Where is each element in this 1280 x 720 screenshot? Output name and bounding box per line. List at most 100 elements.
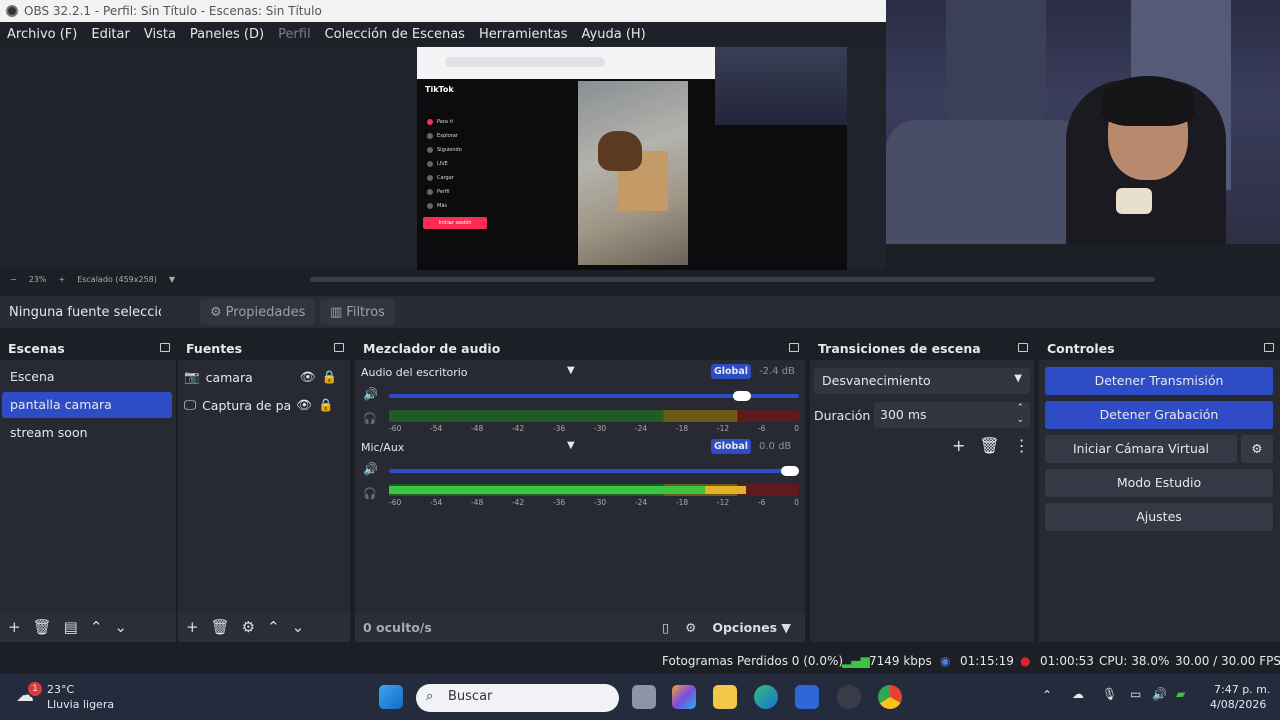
source-item[interactable]: 📷 camara 👁 🔒	[184, 364, 350, 390]
screen-capture-preview: TikTok Para ti Explorar Siguiendo LIVE C…	[417, 47, 847, 270]
speaker-icon[interactable]: 🔊	[363, 387, 378, 401]
dropped-frames: Fotogramas Perdidos 0 (0.0%)	[662, 654, 844, 668]
delete-source-icon[interactable]: 🗑	[211, 618, 230, 636]
weather-desc: Lluvia ligera	[47, 698, 115, 711]
taskbar-search[interactable]: ⌕ Buscar	[416, 684, 619, 712]
chrome-icon[interactable]	[878, 685, 902, 709]
controls-title: Controles	[1039, 338, 1280, 360]
menu-perfil[interactable]: Perfil	[271, 27, 318, 42]
menu-ayuda[interactable]: Ayuda (H)	[575, 27, 653, 42]
lock-icon[interactable]: 🔒	[321, 369, 337, 385]
add-transition-icon[interactable]: +	[952, 436, 965, 455]
copilot-icon[interactable]	[672, 685, 696, 709]
undock-icon[interactable]	[1264, 343, 1274, 352]
source-settings-icon[interactable]: ⚙	[242, 618, 255, 636]
channel-scope: Global	[711, 439, 751, 454]
menu-archivo[interactable]: Archivo (F)	[0, 27, 84, 42]
weather-temp: 23°C	[47, 683, 75, 696]
notification-badge: 1	[28, 682, 42, 696]
options-button[interactable]: Opciones ▼	[712, 620, 791, 635]
delete-transition-icon[interactable]: 🗑	[979, 436, 999, 455]
tray-chevron-icon[interactable]: ⌃	[1042, 688, 1052, 702]
volume-icon[interactable]: 🔊	[1152, 687, 1167, 701]
eye-icon[interactable]: 👁	[300, 369, 316, 385]
properties-button[interactable]: ⚙ Propiedades	[200, 299, 316, 325]
tiktok-logo: TikTok	[425, 85, 454, 94]
move-down-icon[interactable]: ⌄	[292, 618, 305, 636]
transition-select[interactable]: Desvanecimiento ▼	[814, 368, 1030, 394]
menu-vista[interactable]: Vista	[137, 27, 183, 42]
store-icon[interactable]	[795, 685, 819, 709]
undock-icon[interactable]	[160, 343, 170, 352]
volume-knob[interactable]	[732, 391, 751, 401]
settings-button[interactable]: Ajustes	[1045, 503, 1273, 531]
record-time: 01:00:53	[1040, 654, 1094, 668]
taskbar: ☁ 1 23°C Lluvia ligera ⌃ ☁ 🎙 ▭ 🔊 ▰ 7:47 …	[0, 674, 1280, 720]
virtual-camera-button[interactable]: Iniciar Cámara Virtual	[1045, 435, 1237, 463]
preview-scrollbar[interactable]	[310, 277, 1155, 282]
microphone-image	[1116, 188, 1152, 214]
eye-icon[interactable]: 👁	[296, 397, 312, 413]
layout-icon[interactable]: ▯	[662, 620, 669, 635]
undock-icon[interactable]	[789, 343, 799, 352]
channel-dropdown-icon[interactable]: ▼	[567, 440, 575, 451]
tiktok-login-button: Iniciar sesión	[423, 217, 487, 229]
scene-item[interactable]: Escena	[2, 364, 172, 390]
virtual-camera-settings-icon[interactable]: ⚙	[1241, 435, 1273, 463]
audio-settings-icon[interactable]: 🎧	[363, 487, 377, 500]
add-source-icon[interactable]: +	[186, 618, 199, 636]
advanced-audio-icon[interactable]: ⚙	[685, 620, 696, 635]
sources-dock: Fuentes 📷 camara 👁 🔒 🖵 Captura de pan 👁 …	[178, 338, 350, 642]
volume-knob[interactable]	[781, 466, 799, 476]
audio-mixer-dock: Mezclador de audio Audio del escritorio …	[355, 338, 805, 642]
studio-mode-button[interactable]: Modo Estudio	[1045, 469, 1273, 497]
camera-icon: 📷	[184, 369, 200, 384]
delete-scene-icon[interactable]: 🗑	[33, 618, 52, 636]
move-up-icon[interactable]: ⌃	[267, 618, 280, 636]
move-up-icon[interactable]: ⌃	[90, 618, 103, 636]
search-icon: ⌕	[426, 689, 434, 704]
transitions-title: Transiciones de escena	[810, 338, 1034, 360]
more-icon[interactable]: ⋮	[1014, 436, 1030, 455]
move-down-icon[interactable]: ⌄	[114, 618, 127, 636]
tiktok-nav-item: Para ti	[427, 119, 453, 125]
title-bar: OBS 32.2.1 - Perfil: Sin Título - Escena…	[0, 0, 886, 22]
task-view-icon[interactable]	[632, 685, 656, 709]
duration-input[interactable]: 300 ms ⌃ ⌄	[874, 402, 1030, 428]
lock-icon[interactable]: 🔒	[318, 397, 334, 413]
scene-item[interactable]: stream soon	[2, 420, 172, 446]
windows-start-icon[interactable]	[379, 685, 403, 709]
clock-time: 7:47 p. m.	[1214, 683, 1271, 696]
menu-coleccion[interactable]: Colección de Escenas	[318, 27, 472, 42]
tiktok-nav-item: Más	[427, 203, 447, 209]
volume-slider[interactable]	[389, 391, 799, 401]
edge-icon[interactable]	[754, 685, 778, 709]
undock-icon[interactable]	[1018, 343, 1028, 352]
filters-button[interactable]: ▥ Filtros	[320, 299, 395, 325]
mic-icon[interactable]: 🎙	[1102, 687, 1117, 701]
file-explorer-icon[interactable]	[713, 685, 737, 709]
cloud-icon[interactable]: ☁	[1072, 687, 1084, 701]
obs-taskbar-icon[interactable]	[837, 685, 861, 709]
zoom-in-icon[interactable]: +	[58, 275, 65, 284]
stop-stream-button[interactable]: Detener Transmisión	[1045, 367, 1273, 395]
volume-slider[interactable]	[389, 466, 799, 476]
zoom-out-icon[interactable]: −	[10, 275, 17, 284]
scene-item-selected[interactable]: pantalla camara	[2, 392, 172, 418]
display-icon[interactable]: ▭	[1130, 687, 1141, 701]
channel-dropdown-icon[interactable]: ▼	[567, 365, 575, 376]
filter-scene-icon[interactable]: ▤	[64, 618, 78, 636]
meter-scale: -60 -54 -48 -42 -36 -30 -24 -18 -12 -6 0	[389, 424, 799, 433]
undock-icon[interactable]	[334, 343, 344, 352]
cpu-usage: CPU: 38.0%	[1099, 654, 1170, 668]
speaker-icon[interactable]: 🔊	[363, 462, 378, 476]
audio-settings-icon[interactable]: 🎧	[363, 412, 377, 425]
battery-icon[interactable]: ▰	[1176, 687, 1185, 701]
menu-editar[interactable]: Editar	[84, 27, 137, 42]
scale-dropdown-icon[interactable]: ▼	[169, 275, 175, 284]
menu-herramientas[interactable]: Herramientas	[472, 27, 575, 42]
stop-recording-button[interactable]: Detener Grabación	[1045, 401, 1273, 429]
source-item[interactable]: 🖵 Captura de pan 👁 🔒	[184, 392, 350, 418]
add-scene-icon[interactable]: +	[8, 618, 21, 636]
menu-paneles[interactable]: Paneles (D)	[183, 27, 271, 42]
